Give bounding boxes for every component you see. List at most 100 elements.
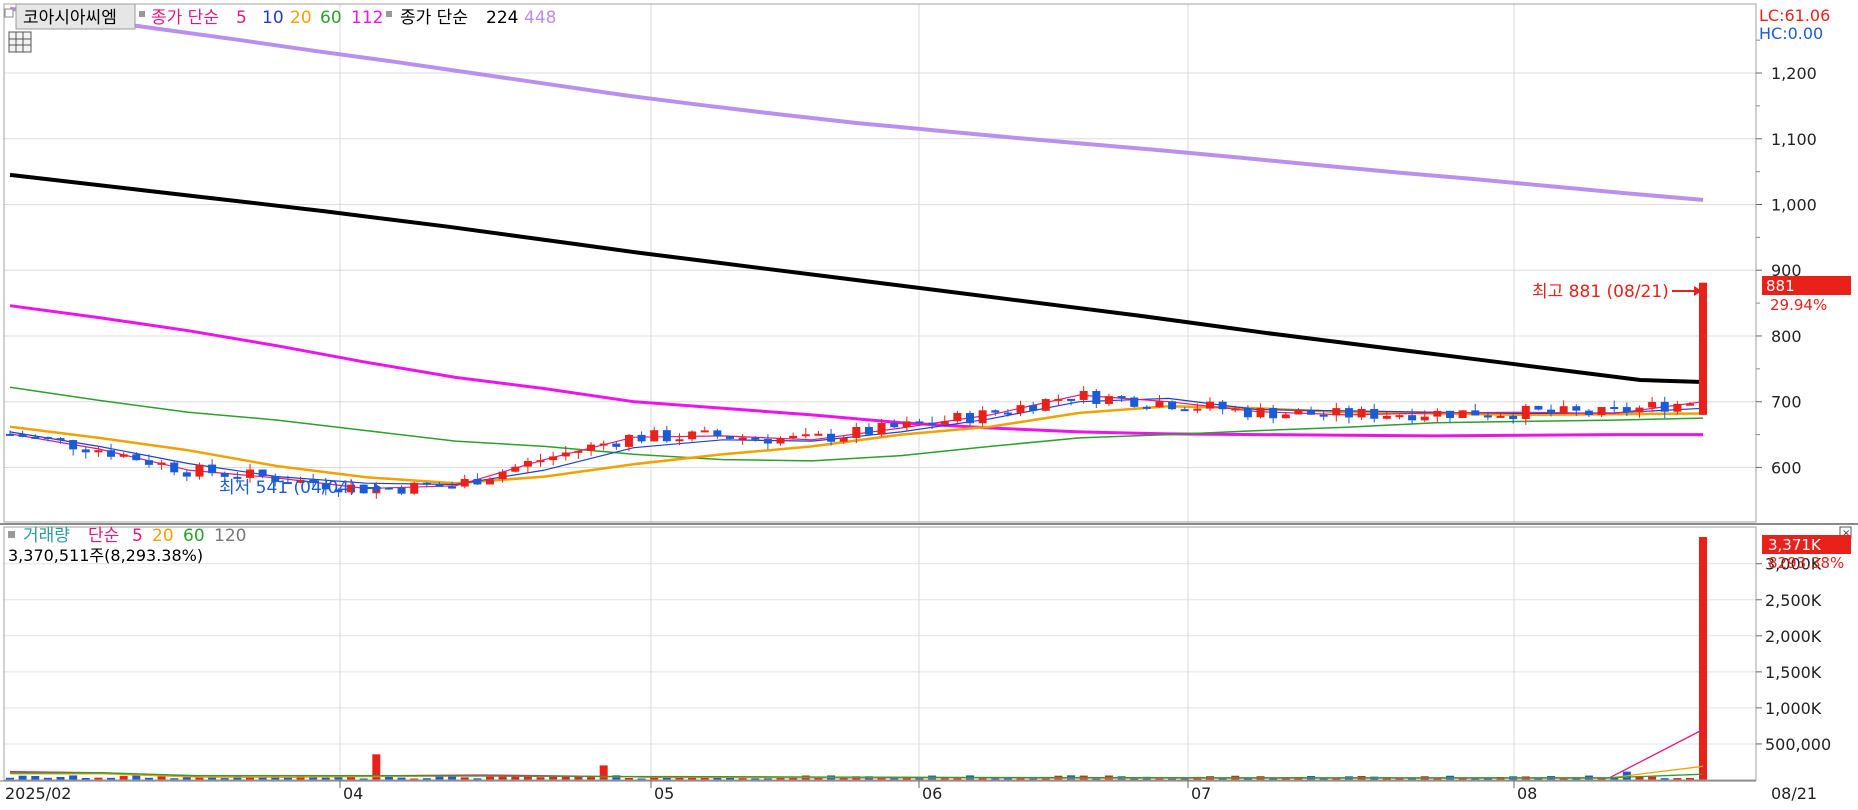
background xyxy=(0,0,1858,810)
candle-body xyxy=(864,426,873,435)
x-label-apr: 04 xyxy=(343,784,363,803)
candle-body xyxy=(448,486,457,489)
candle-body xyxy=(1420,416,1429,421)
candle-body xyxy=(738,437,747,440)
candle-body xyxy=(81,449,90,453)
candle-body xyxy=(473,478,482,485)
candle-body xyxy=(1016,405,1025,413)
candle-body xyxy=(1079,391,1088,400)
candle-body xyxy=(662,430,671,442)
candle-body xyxy=(422,482,431,485)
candle-body xyxy=(1003,412,1012,415)
candle-body xyxy=(1433,410,1442,417)
candle-body xyxy=(523,460,532,467)
x-label-feb: 2025/02 xyxy=(5,784,71,803)
candle-body xyxy=(763,438,772,444)
vma20-period: 20 xyxy=(152,526,174,546)
candle-body xyxy=(1395,415,1404,418)
candle-body xyxy=(132,454,141,461)
candle-body xyxy=(1446,410,1454,418)
candle-body xyxy=(511,466,520,472)
volume-bar xyxy=(69,775,78,780)
candle-body xyxy=(208,464,217,474)
candle-body xyxy=(246,469,254,478)
candle-body xyxy=(1534,405,1543,410)
lc-value: LC:61.06 xyxy=(1759,6,1830,25)
legend-square-icon[interactable] xyxy=(8,531,15,538)
volume-bar xyxy=(31,776,40,780)
candle-body xyxy=(902,421,911,428)
candle-body xyxy=(1458,410,1467,418)
candle-body xyxy=(107,450,116,457)
volume-bar xyxy=(132,775,141,780)
candle-body xyxy=(675,439,684,442)
legend-square-icon[interactable] xyxy=(4,8,14,18)
candle-body xyxy=(18,434,27,437)
candle-body xyxy=(1496,415,1505,418)
volume-badge-value: 3,371K xyxy=(1768,536,1822,554)
price-tick-label: 700 xyxy=(1771,393,1802,412)
candle-body xyxy=(1092,391,1101,404)
price-tick-label: 800 xyxy=(1771,327,1802,346)
candle-body xyxy=(119,454,128,457)
candle-body xyxy=(460,478,469,487)
candle-body xyxy=(1231,408,1240,411)
candle-body xyxy=(1471,410,1480,416)
candle-body xyxy=(915,421,924,424)
candle-body xyxy=(1155,401,1164,408)
candle-body xyxy=(1054,398,1063,401)
ma20-period: 20 xyxy=(290,8,312,28)
candle-body xyxy=(1648,401,1657,408)
candle-body xyxy=(1521,405,1530,420)
x-label-may: 05 xyxy=(654,784,674,803)
candle-body xyxy=(1319,414,1328,417)
candle-body xyxy=(94,450,103,453)
candle-body xyxy=(839,437,848,442)
candle-body xyxy=(953,412,962,422)
candle-body xyxy=(1067,398,1076,401)
high-annotation: 최고 881 (08/21) xyxy=(1532,282,1669,302)
candle-body xyxy=(498,471,507,480)
ma224-period: 224 xyxy=(486,8,518,28)
candle-body xyxy=(751,437,760,440)
candle-body xyxy=(410,482,419,494)
ma5-period: 5 xyxy=(236,8,247,28)
low-annotation: 최저 541 (04/04) xyxy=(219,478,356,498)
legend-square-icon xyxy=(139,11,145,17)
candle-body xyxy=(144,460,153,465)
candle-body xyxy=(1547,409,1556,413)
candle-body xyxy=(1294,410,1303,415)
candle-body xyxy=(574,450,583,453)
candle-body xyxy=(384,487,393,490)
volume-title: 거래량 xyxy=(23,526,70,546)
price-tick-label: 1,000 xyxy=(1771,195,1817,214)
price-tick-label: 1,100 xyxy=(1771,130,1817,149)
candle-body xyxy=(1104,396,1113,404)
candle-body xyxy=(1660,401,1669,412)
candle-body xyxy=(157,462,166,465)
vma120-period: 120 xyxy=(214,526,246,546)
candle-body xyxy=(789,435,798,439)
candle-body xyxy=(220,473,229,477)
candle-body xyxy=(1622,407,1631,413)
candle-body xyxy=(978,410,987,424)
candle-body xyxy=(1243,408,1252,418)
candle-body xyxy=(624,434,633,447)
candle-body xyxy=(1597,407,1606,415)
volume-bar xyxy=(157,776,166,780)
candle-body xyxy=(1610,407,1619,410)
candle-body xyxy=(966,412,974,424)
candle-body xyxy=(1686,403,1694,406)
candle-body xyxy=(890,423,899,428)
stock-chart[interactable]: 6007008009001,0001,1001,200500,0001,000K… xyxy=(0,0,1858,810)
legend-square-icon xyxy=(386,11,392,17)
candle-body xyxy=(1559,406,1568,413)
candle-body xyxy=(801,434,810,437)
candle-body xyxy=(1370,408,1379,419)
candle-body xyxy=(1572,406,1581,411)
ma112-period: 112 xyxy=(351,8,383,28)
candle-body xyxy=(587,444,596,451)
candle-body xyxy=(700,430,709,433)
grid-table-icon[interactable] xyxy=(8,31,32,53)
candle-body xyxy=(650,430,659,442)
